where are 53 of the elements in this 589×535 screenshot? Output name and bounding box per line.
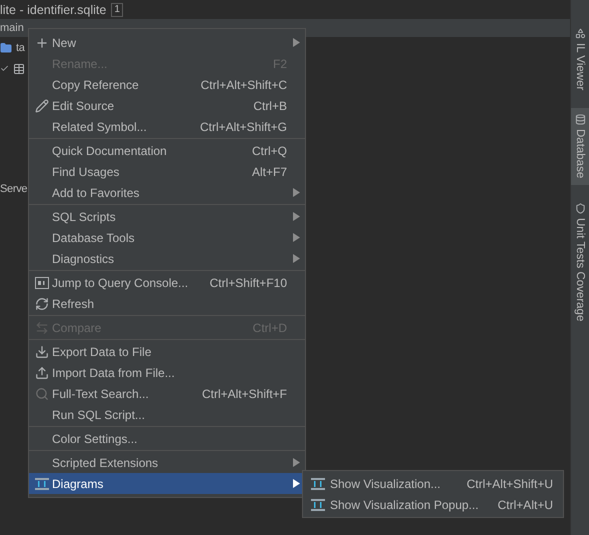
menu-item[interactable]: Copy Reference Ctrl+Alt+Shift+C [29, 74, 305, 95]
submenu-arrow-icon [292, 458, 300, 467]
database-icon [574, 114, 586, 126]
shapes-icon [574, 28, 586, 39]
menu-item[interactable]: Refresh [29, 293, 305, 314]
menu-item[interactable]: Related Symbol... Ctrl+Alt+Shift+G [29, 116, 305, 137]
pencil-icon [35, 98, 49, 112]
menu-item[interactable]: Database Tools [29, 227, 305, 248]
upload-icon [35, 366, 49, 380]
submenu-arrow-icon [292, 479, 300, 488]
menu-item[interactable]: Diagnostics [29, 248, 305, 269]
menu-item[interactable]: Quick Documentation Ctrl+Q [29, 140, 305, 161]
plus-icon [35, 36, 49, 50]
submenu-arrow-icon [292, 233, 300, 242]
menu-item[interactable]: Edit Source Ctrl+B [29, 95, 305, 116]
folder-icon [0, 42, 12, 54]
tree-item[interactable]: ta [16, 42, 25, 54]
submenu-arrow-icon [292, 38, 300, 47]
window-title: lite - identifier.sqlite [0, 2, 106, 16]
menu-item[interactable]: Add to Favorites [29, 182, 305, 203]
check-icon [0, 64, 9, 73]
menu-item[interactable]: Color Settings... [29, 428, 305, 449]
menu-item[interactable]: Jump to Query Console... Ctrl+Shift+F10 [29, 272, 305, 293]
tool-window-tab[interactable]: Unit Tests Coverage [570, 196, 589, 327]
menu-item[interactable]: Find Usages Alt+F7 [29, 161, 305, 182]
menu-item[interactable]: SQL Scripts [29, 206, 305, 227]
schema-label: main [0, 22, 24, 34]
menu-item[interactable]: Export Data to File [29, 341, 305, 362]
menu-item[interactable]: Show Visualization... Ctrl+Alt+Shift+U [303, 473, 563, 494]
search-icon [35, 386, 49, 400]
diagram-icon [311, 478, 325, 490]
menu-item[interactable]: Scripted Extensions [29, 452, 305, 473]
menu-item[interactable]: Import Data from File... [29, 362, 305, 383]
tool-window-tab[interactable]: Database [570, 108, 589, 185]
menu-item[interactable]: Diagrams [29, 473, 305, 494]
diagram-icon [311, 498, 325, 510]
menu-item[interactable]: New [29, 32, 305, 53]
submenu-arrow-icon [292, 254, 300, 263]
count-badge: 1 [111, 2, 123, 16]
menu-item[interactable]: Full-Text Search... Ctrl+Alt+Shift+F [29, 383, 305, 404]
menu-item[interactable]: Show Visualization Popup... Ctrl+Alt+U [303, 494, 563, 515]
refresh-icon [35, 296, 49, 310]
submenu-arrow-icon [292, 212, 300, 221]
shield-icon [574, 202, 586, 214]
download-icon [35, 344, 49, 358]
submenu-arrow-icon [292, 188, 300, 197]
tree-item[interactable]: Serve [0, 182, 28, 194]
table-icon [13, 62, 25, 74]
console-icon [35, 276, 49, 288]
tool-window-tab[interactable]: IL Viewer [570, 22, 589, 96]
compare-icon [35, 320, 49, 334]
menu-item[interactable]: Run SQL Script... [29, 404, 305, 425]
diagram-icon [35, 478, 49, 490]
